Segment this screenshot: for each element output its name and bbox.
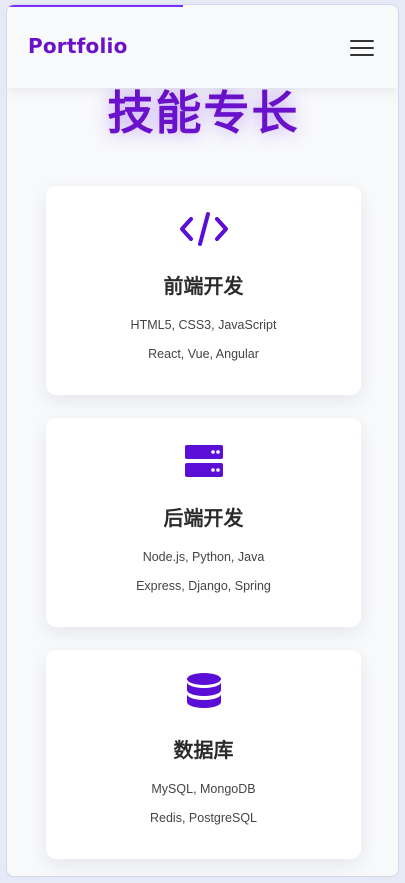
site-header: Portfolio (7, 5, 398, 88)
skill-list-line: MySQL, MongoDB (151, 782, 256, 796)
hamburger-menu-icon[interactable] (345, 35, 379, 61)
scroll-progress-bar (7, 5, 183, 7)
skill-list-line: HTML5, CSS3, JavaScript (130, 318, 277, 332)
code-icon (46, 208, 361, 250)
skill-card-title: 前端开发 (163, 274, 244, 298)
menu-line (350, 47, 374, 49)
database-icon (46, 672, 361, 714)
skill-list-line: React, Vue, Angular (148, 347, 259, 361)
skill-card-title: 后端开发 (163, 506, 244, 530)
skill-list-line: Node.js, Python, Java (142, 550, 265, 564)
brand-logo[interactable]: Portfolio (28, 34, 128, 58)
skill-list-line: Redis, PostgreSQL (150, 811, 257, 825)
skill-card-database: 数据库 MySQL, MongoDB Redis, PostgreSQL (46, 650, 361, 859)
skill-list-line: Express, Django, Spring (136, 579, 271, 593)
skill-card-frontend: 前端开发 HTML5, CSS3, JavaScript React, Vue,… (46, 186, 361, 395)
skill-card-title: 数据库 (173, 738, 234, 762)
app-frame: Portfolio 技能专长 前端开发 HTML5, CSS3, JavaScr… (6, 4, 399, 877)
skill-card-backend: 后端开发 Node.js, Python, Java Express, Djan… (46, 418, 361, 627)
server-icon (46, 440, 361, 482)
menu-line (350, 54, 374, 56)
menu-line (350, 40, 374, 42)
